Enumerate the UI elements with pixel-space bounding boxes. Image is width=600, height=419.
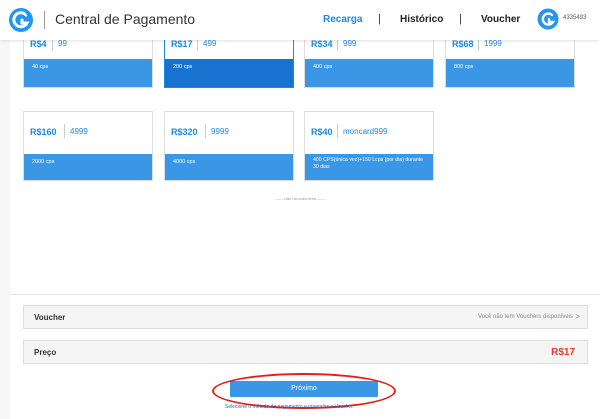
payment-hint-text: Selecione o método de pagamento e preenc… <box>225 404 354 410</box>
package-price: R$68 <box>452 39 474 49</box>
voucher-label: Voucher <box>34 313 66 322</box>
package-units: 9999 <box>211 127 229 136</box>
package-divider <box>337 124 338 138</box>
divider <box>10 294 600 295</box>
package-card[interactable]: R$320 9999 4000 cps <box>164 111 294 181</box>
package-units: 999 <box>343 39 357 48</box>
package-desc: 400 CPS(única vez)+150 Lcps (por dia) du… <box>305 154 433 180</box>
package-units: 1999 <box>484 39 502 48</box>
package-units: moncard999 <box>343 127 388 136</box>
package-desc: 4000 cps <box>165 154 293 180</box>
voucher-status: Você não tem Vouchers disponíveis <box>477 314 573 320</box>
package-card[interactable]: R$160 4999 2000 cps <box>23 111 153 181</box>
package-price: R$160 <box>30 127 57 137</box>
user-id: 4335493 <box>563 15 587 21</box>
garena-logo-icon[interactable] <box>8 7 34 33</box>
package-price: R$17 <box>171 39 193 49</box>
no-more-items: —— Não há mais itens —— <box>274 196 326 201</box>
package-desc: 40 cps <box>24 59 152 87</box>
package-desc: 800 cps <box>446 59 574 87</box>
payment-hint: Selecione o método de pagamento e preenc… <box>225 404 354 410</box>
package-card[interactable]: R$40 moncard999 400 CPS(única vez)+150 L… <box>304 111 434 181</box>
package-units: 499 <box>203 39 217 48</box>
package-units: 4999 <box>70 127 88 136</box>
package-price: R$34 <box>311 39 333 49</box>
user-avatar-icon[interactable] <box>537 8 559 30</box>
package-divider <box>64 124 65 138</box>
nav-tab-historico[interactable]: Histórico <box>400 14 443 25</box>
nav-divider: | <box>378 13 381 25</box>
package-desc: 400 cps <box>305 59 433 87</box>
top-header: Central de Pagamento Recarga | Histórico… <box>0 0 600 40</box>
package-desc: 2000 cps <box>24 154 152 180</box>
chevron-right-icon: > <box>575 312 580 321</box>
price-label: Preço <box>34 348 57 357</box>
price-row: Preço R$17 <box>23 340 588 364</box>
page-title: Central de Pagamento <box>55 11 196 27</box>
nav-tab-recarga[interactable]: Recarga <box>323 14 362 25</box>
header-separator <box>44 11 45 29</box>
package-units: 99 <box>58 39 67 48</box>
package-price: R$40 <box>311 127 333 137</box>
nav-divider: | <box>459 13 462 25</box>
nav-tab-voucher[interactable]: Voucher <box>481 14 520 25</box>
price-value: R$17 <box>551 347 575 358</box>
voucher-row[interactable]: Voucher Você não tem Vouchers disponívei… <box>23 305 588 329</box>
package-price: R$320 <box>171 127 198 137</box>
package-price: R$4 <box>30 39 47 49</box>
package-desc: 200 cps <box>165 59 293 87</box>
package-divider <box>205 124 206 138</box>
